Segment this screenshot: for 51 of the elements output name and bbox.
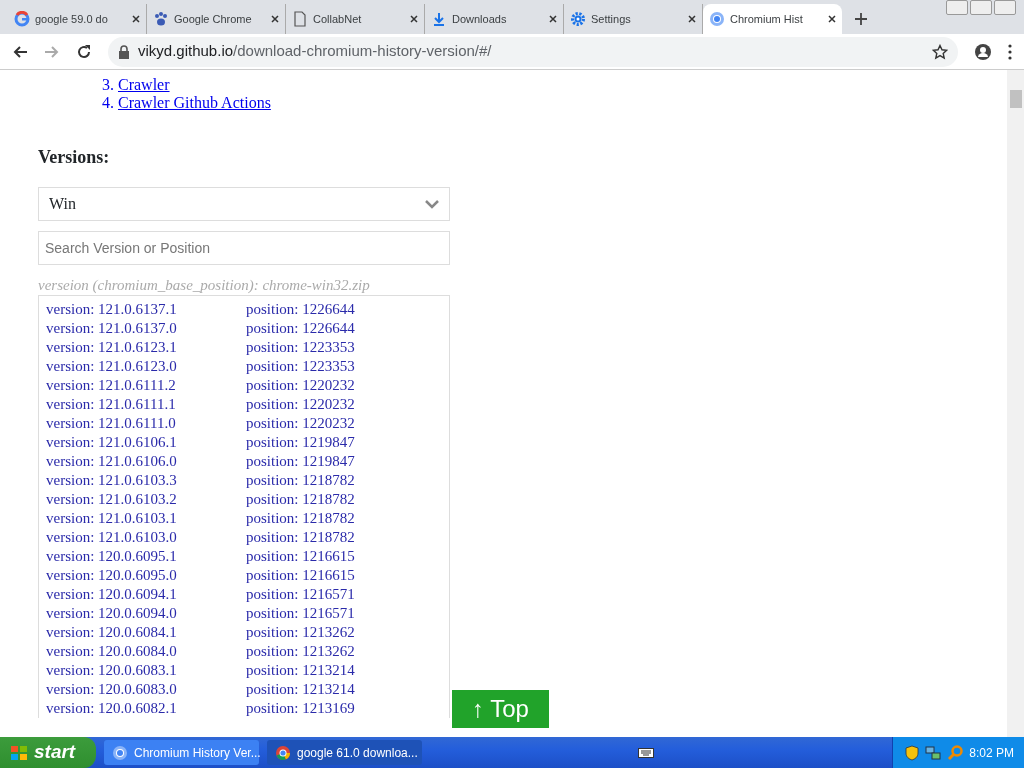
network-icon bbox=[925, 744, 942, 761]
link[interactable]: Crawler bbox=[118, 76, 170, 93]
chromium-icon bbox=[709, 11, 725, 27]
browser-tab[interactable]: Chromium Hist bbox=[703, 4, 842, 34]
close-icon[interactable] bbox=[688, 15, 696, 23]
chevron-icon bbox=[425, 199, 439, 209]
section-heading: Versions: bbox=[38, 146, 111, 169]
taskbar-button[interactable]: google 61.0 downloa... bbox=[267, 740, 422, 765]
close-icon[interactable] bbox=[410, 15, 418, 23]
back-icon bbox=[12, 43, 28, 60]
search-field[interactable]: Search Version or Position bbox=[38, 231, 450, 265]
close-icon[interactable] bbox=[271, 15, 279, 23]
list-number: 4. bbox=[101, 94, 115, 112]
forward-icon bbox=[44, 43, 60, 60]
scrollbar[interactable] bbox=[1007, 70, 1024, 737]
close-icon[interactable] bbox=[549, 15, 557, 23]
lock-icon bbox=[118, 44, 130, 59]
more-icon bbox=[1008, 43, 1012, 60]
tab-title: google 59.0 do bbox=[35, 11, 109, 27]
windows-logo-icon bbox=[10, 744, 28, 761]
account-icon bbox=[974, 42, 992, 61]
hint-text: verseion (chromium_base_position): chrome-win32.zip bbox=[38, 276, 371, 295]
chromium-icon bbox=[112, 744, 128, 761]
keyboard-icon bbox=[638, 746, 655, 759]
shield-icon bbox=[905, 744, 920, 761]
google-icon bbox=[14, 11, 30, 27]
tab-title: Google Chrome bbox=[174, 11, 253, 27]
tab-title: Downloads bbox=[452, 11, 508, 27]
new-tab-icon[interactable] bbox=[854, 12, 868, 26]
close-icon[interactable] bbox=[132, 15, 140, 23]
page-icon bbox=[292, 11, 308, 27]
paw-icon bbox=[153, 11, 169, 27]
clock-text: 8:02 PM bbox=[969, 744, 1014, 762]
platform-select[interactable]: Win bbox=[38, 187, 450, 221]
close-icon[interactable] bbox=[828, 15, 836, 23]
reload-icon bbox=[76, 43, 92, 60]
tab-title: Chromium Hist bbox=[730, 11, 804, 27]
start-button[interactable]: start bbox=[0, 737, 96, 768]
tab-title: Settings bbox=[591, 11, 632, 27]
tab-title: CollabNet bbox=[313, 11, 363, 27]
search-icon bbox=[947, 744, 964, 761]
list-number: 3. bbox=[101, 76, 115, 94]
download-icon bbox=[431, 11, 447, 27]
url-text: vikyd.github.io/download-chromium-history-version/#/ bbox=[138, 41, 492, 62]
taskbar-button[interactable]: Chromium History Ver... bbox=[104, 740, 259, 765]
link[interactable]: Crawler Github Actions bbox=[118, 94, 271, 111]
gear-icon bbox=[570, 11, 586, 27]
chrome-icon bbox=[275, 744, 291, 761]
address-bar[interactable]: vikyd.github.io/download-chromium-history-version/#/ bbox=[108, 36, 958, 67]
star-icon bbox=[932, 43, 948, 60]
scrollbar-thumb[interactable] bbox=[1010, 90, 1022, 108]
